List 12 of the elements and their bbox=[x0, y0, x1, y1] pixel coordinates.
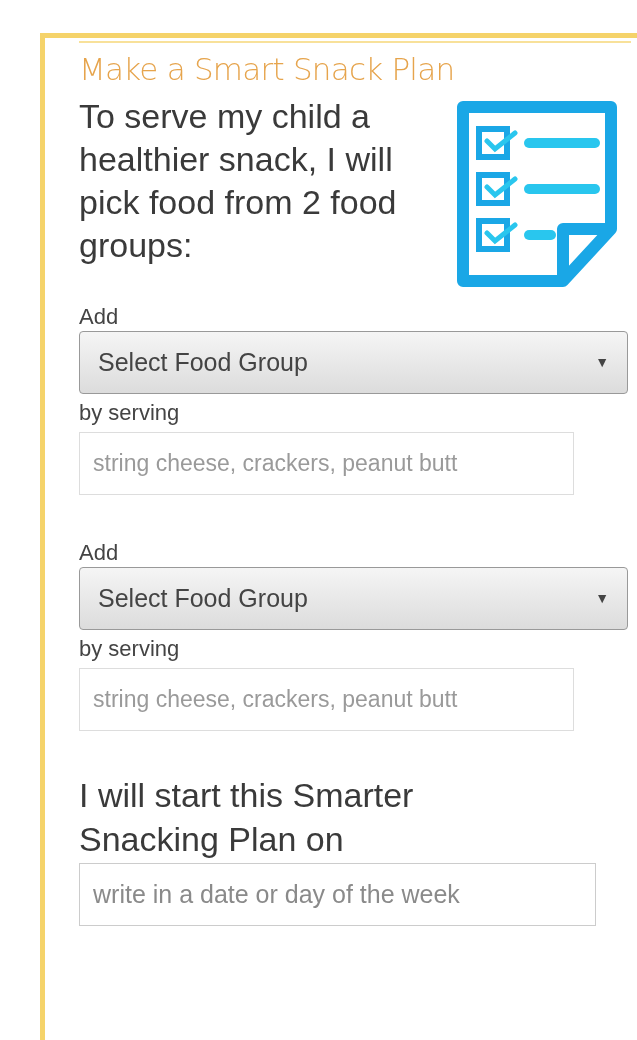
intro-text: To serve my child a healthier snack, I will pick food from 2 food groups: bbox=[79, 96, 398, 266]
start-date-input-field[interactable]: write in a date or day of the week bbox=[79, 863, 596, 926]
plan-title: Make a Smart Snack Plan bbox=[79, 50, 456, 89]
serving-input-field[interactable]: string cheese, crackers, peanut butt bbox=[79, 432, 574, 495]
add-label: Add bbox=[79, 303, 120, 331]
serving-input-field[interactable]: string cheese, crackers, peanut butt bbox=[79, 668, 574, 731]
food-group-select[interactable]: Select Food Group ▼ bbox=[79, 567, 628, 630]
add-label: Add bbox=[79, 539, 120, 567]
serving-label: by serving bbox=[79, 635, 181, 663]
food-group-select[interactable]: Select Food Group ▼ bbox=[79, 331, 628, 394]
start-heading: I will start this Smarter Snacking Plan on bbox=[79, 775, 415, 860]
serving-label: by serving bbox=[79, 399, 181, 427]
